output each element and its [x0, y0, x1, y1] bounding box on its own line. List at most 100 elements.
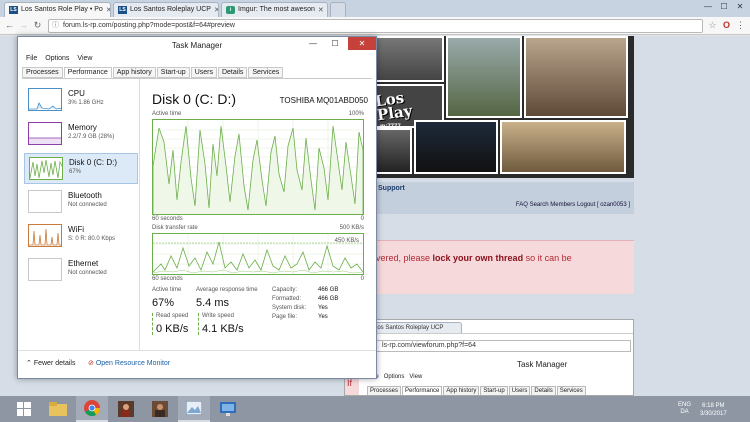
page-info-icon[interactable]: ⓘ	[52, 20, 59, 32]
sidebar-item-memory[interactable]: Memory 2.2/7.9 GB (28%)	[24, 119, 138, 150]
inner-tabs: Processes Performance App history Start-…	[367, 386, 587, 395]
system-disk-value: Yes	[318, 305, 328, 311]
photos-button[interactable]	[178, 396, 210, 422]
language-line-1: ENG	[678, 402, 692, 408]
menu-icon[interactable]: ⋮	[734, 19, 747, 32]
sidebar-item-disk0[interactable]: Disk 0 (C: D:) 67%	[24, 153, 138, 184]
tm-maximize-icon[interactable]: ☐	[324, 37, 346, 50]
close-window-icon[interactable]: ✕	[732, 0, 748, 14]
banner-photo	[374, 36, 444, 82]
game-app-2-button[interactable]	[144, 396, 176, 422]
menu-options[interactable]: Options	[45, 55, 69, 62]
tab-details[interactable]: Details	[217, 67, 248, 78]
task-manager-window: Task Manager — ☐ ✕ File Options View Pro…	[17, 36, 377, 379]
inner-tab-startup: Start-up	[480, 386, 508, 395]
close-tab-icon[interactable]: ✕	[106, 6, 110, 14]
logo-subtitle: m:7777	[380, 124, 401, 130]
sidebar-item-ethernet[interactable]: Ethernet Not connected	[24, 255, 138, 286]
tab-los-santos-ucp[interactable]: LS Los Santos Roleplay UCP ✕	[113, 2, 219, 17]
opera-extension-icon[interactable]: O	[720, 19, 733, 32]
transfer-rate-mid-label: 450 KB/s	[334, 238, 359, 244]
language-indicator[interactable]: ENG DA	[678, 402, 691, 416]
write-speed-label: Write speed	[202, 313, 234, 319]
clock[interactable]: 6:18 PM 3/30/2017	[700, 402, 727, 418]
warning-message: vered, please lock your own thread so it…	[376, 253, 572, 263]
inner-warning-fragment: If	[345, 378, 359, 395]
tab-performance[interactable]: Performance	[63, 67, 112, 78]
chrome-button[interactable]	[76, 396, 108, 422]
disk-mini-graph	[30, 159, 62, 179]
tab-los-santos-role-play[interactable]: LS Los Santos Role Play • Po ✕	[4, 2, 111, 17]
warning-box: vered, please lock your own thread so it…	[372, 240, 634, 294]
new-tab-button[interactable]	[330, 2, 346, 17]
disk-thumbnail	[29, 157, 63, 180]
maximize-window-icon[interactable]: ☐	[716, 0, 732, 14]
back-icon[interactable]: ←	[3, 19, 16, 32]
sidebar-item-wifi[interactable]: WiFi S: 0 R: 80.0 Kbps	[24, 221, 138, 252]
resource-sidebar: CPU 3% 1.86 GHz Memory 2.2/7.9 GB (28%) …	[22, 79, 140, 351]
minimize-window-icon[interactable]: —	[700, 0, 716, 14]
game-app-button[interactable]	[110, 396, 142, 422]
browser-toolbar: ← → ↻ ⓘ forum.ls-rp.com/posting.php?mode…	[0, 17, 750, 35]
tab-services[interactable]: Services	[248, 67, 284, 78]
tab-label: Los Santos Roleplay UCP	[130, 6, 211, 13]
sidebar-value: 3% 1.86 GHz	[68, 100, 104, 106]
remote-desktop-button[interactable]	[212, 396, 244, 422]
sidebar-item-cpu[interactable]: CPU 3% 1.86 GHz	[24, 85, 138, 116]
wifi-mini-graph	[29, 228, 61, 246]
logo-line-2: Play	[375, 101, 414, 125]
bookmark-star-icon[interactable]: ☆	[706, 19, 719, 32]
cpu-thumbnail	[28, 88, 62, 111]
support-link[interactable]: Support	[378, 185, 405, 192]
sidebar-label: WiFi	[68, 225, 84, 234]
tab-app-history[interactable]: App history	[112, 67, 156, 78]
response-time-label: Average response time	[196, 287, 258, 293]
active-time-graph-label: Active time	[152, 111, 182, 117]
sidebar-item-bluetooth[interactable]: Bluetooth Not connected	[24, 187, 138, 218]
tab-startup[interactable]: Start-up	[156, 67, 190, 78]
formatted-label: Formatted:	[272, 296, 302, 302]
tm-close-icon[interactable]: ✕	[348, 37, 376, 50]
sidebar-value: 67%	[69, 169, 82, 175]
banner-photo	[500, 120, 626, 174]
transfer-rate-chart	[152, 234, 364, 274]
read-speed-label: Read speed	[156, 313, 189, 319]
bluetooth-thumbnail	[28, 190, 62, 213]
write-speed-stat: 4.1 KB/s	[202, 323, 244, 335]
inner-tab-processes: Processes	[367, 386, 402, 395]
forward-icon[interactable]: →	[17, 19, 30, 32]
sidebar-label: Bluetooth	[68, 191, 102, 200]
inner-task-manager-title: Task Manager	[517, 360, 568, 369]
close-tab-icon[interactable]: ✕	[318, 6, 324, 14]
tab-label: Imgur: The most aweson	[238, 6, 315, 13]
inner-tab: Los Santos Roleplay UCP	[370, 322, 462, 333]
task-manager-titlebar[interactable]: Task Manager — ☐ ✕	[18, 37, 376, 53]
active-time-stat-label: Active time	[152, 287, 182, 293]
warning-bold: lock your own thread	[432, 253, 524, 263]
menu-view[interactable]: View	[77, 55, 92, 62]
disk-title: Disk 0 (C: D:)	[152, 91, 236, 107]
tm-minimize-icon[interactable]: —	[302, 37, 324, 50]
close-tab-icon[interactable]: ✕	[214, 6, 218, 14]
tab-label: Los Santos Role Play • Po	[21, 6, 103, 13]
banner-photo	[524, 36, 628, 118]
forum-user-links[interactable]: FAQ Search Members Logout [ ozan0053 ]	[516, 202, 630, 208]
menu-file[interactable]: File	[26, 55, 37, 62]
game-app-2-icon	[152, 401, 168, 417]
tab-users[interactable]: Users	[190, 67, 217, 78]
folder-icon	[49, 402, 67, 416]
tab-imgur[interactable]: i Imgur: The most aweson ✕	[221, 2, 328, 17]
tm-menubar: File Options View	[26, 55, 92, 62]
fewer-details-button[interactable]: ⌃ Fewer details	[26, 359, 75, 367]
start-button[interactable]	[8, 396, 40, 422]
file-explorer-button[interactable]	[42, 396, 74, 422]
tab-processes[interactable]: Processes	[22, 67, 63, 78]
windows-logo-icon	[17, 402, 31, 416]
sidebar-label: CPU	[68, 89, 85, 98]
open-resource-monitor-link[interactable]: ⊘ Open Resource Monitor	[88, 359, 170, 367]
reload-icon[interactable]: ↻	[31, 19, 44, 32]
memory-mini-graph	[29, 137, 61, 144]
active-time-stat: 67%	[152, 297, 175, 309]
address-bar[interactable]: ⓘ forum.ls-rp.com/posting.php?mode=post&…	[48, 19, 703, 33]
inner-tab-details: Details	[531, 386, 556, 395]
